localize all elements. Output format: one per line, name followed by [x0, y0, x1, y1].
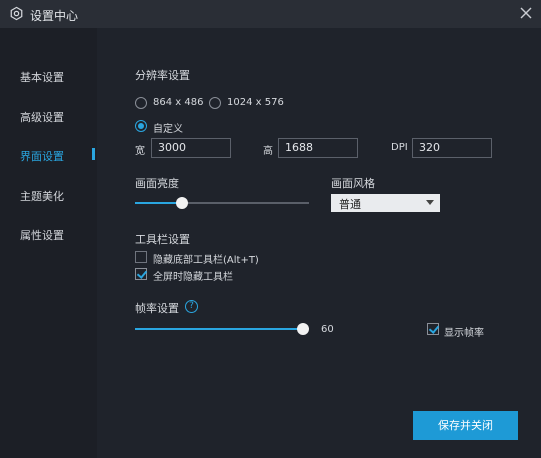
- sidebar-item-label: 基本设置: [20, 71, 64, 84]
- show-fps-label: 显示帧率: [444, 328, 484, 339]
- sidebar-item-theme[interactable]: 主题美化: [0, 183, 97, 207]
- sidebar-item-advanced[interactable]: 高级设置: [0, 104, 97, 128]
- fullscreen-hide-toolbar-checkbox[interactable]: [135, 268, 147, 280]
- width-label: 宽: [135, 146, 145, 157]
- sidebar-item-interface[interactable]: 界面设置: [0, 143, 97, 167]
- height-label: 高: [263, 146, 273, 157]
- brightness-label: 画面亮度: [135, 177, 179, 190]
- brightness-slider-thumb[interactable]: [176, 197, 188, 209]
- dpi-label: DPI: [391, 142, 408, 153]
- style-select-value: 普通: [339, 198, 361, 211]
- dpi-input[interactable]: 320: [412, 138, 492, 158]
- active-indicator: [92, 148, 95, 160]
- radio-864x486-label: 864 x 486: [153, 97, 204, 108]
- framerate-slider[interactable]: [135, 323, 309, 335]
- radio-1024x576[interactable]: [209, 97, 221, 109]
- width-input[interactable]: 3000: [151, 138, 231, 158]
- show-fps-checkbox[interactable]: [427, 323, 439, 335]
- close-icon[interactable]: [517, 4, 535, 22]
- fullscreen-hide-toolbar-label: 全屏时隐藏工具栏: [153, 272, 233, 283]
- toolbar-heading: 工具栏设置: [135, 233, 190, 246]
- sidebar-item-label: 界面设置: [20, 150, 64, 163]
- resolution-heading: 分辨率设置: [135, 69, 190, 82]
- framerate-value: 60: [321, 324, 334, 335]
- settings-panel: 分辨率设置 864 x 486 1024 x 576 自定义 宽 3000 高 …: [97, 28, 541, 458]
- sidebar-item-basic[interactable]: 基本设置: [0, 64, 97, 88]
- help-icon[interactable]: ?: [185, 300, 198, 313]
- hide-bottom-toolbar-checkbox[interactable]: [135, 251, 147, 263]
- chevron-down-icon: [426, 200, 434, 205]
- style-select[interactable]: 普通: [331, 194, 440, 212]
- sidebar-item-label: 高级设置: [20, 111, 64, 124]
- settings-gear-icon: [10, 6, 23, 21]
- height-input[interactable]: 1688: [278, 138, 358, 158]
- sidebar-item-label: 属性设置: [20, 229, 64, 242]
- brightness-slider[interactable]: [135, 197, 309, 209]
- framerate-slider-fill: [135, 328, 303, 330]
- style-label: 画面风格: [331, 177, 375, 190]
- window-title: 设置中心: [30, 9, 79, 23]
- sidebar: 基本设置 高级设置 界面设置 主题美化 属性设置: [0, 28, 97, 458]
- sidebar-item-label: 主题美化: [20, 190, 64, 203]
- title-bar: 设置中心: [0, 0, 541, 28]
- radio-custom-label: 自定义: [153, 124, 183, 135]
- framerate-slider-thumb[interactable]: [297, 323, 309, 335]
- radio-custom[interactable]: [135, 120, 147, 132]
- hide-bottom-toolbar-label: 隐藏底部工具栏(Alt+T): [153, 255, 259, 266]
- sidebar-item-properties[interactable]: 属性设置: [0, 222, 97, 246]
- brightness-slider-fill: [135, 202, 182, 204]
- radio-864x486[interactable]: [135, 97, 147, 109]
- framerate-label: 帧率设置: [135, 302, 179, 315]
- save-and-close-button[interactable]: 保存并关闭: [413, 411, 518, 440]
- radio-1024x576-label: 1024 x 576: [227, 97, 284, 108]
